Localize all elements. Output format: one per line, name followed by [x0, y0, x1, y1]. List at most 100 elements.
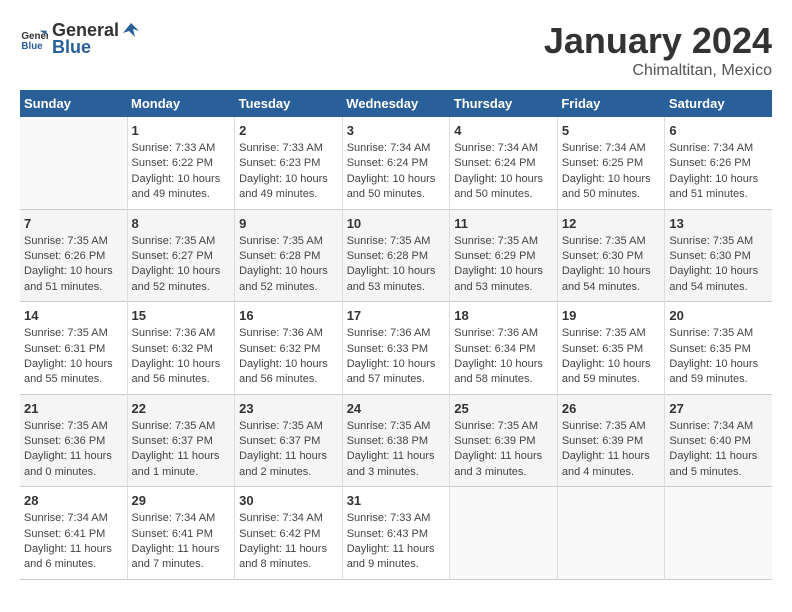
calendar-cell: 3 Sunrise: 7:34 AMSunset: 6:24 PMDaylight… [342, 117, 450, 209]
day-info: Sunrise: 7:36 AMSunset: 6:32 PMDaylight:… [132, 326, 231, 388]
logo-bird-icon [121, 21, 141, 41]
calendar-cell: 15Sunrise: 7:36 AMSunset: 6:32 PMDayligh… [127, 302, 235, 395]
day-number: 20 [669, 308, 768, 323]
calendar-cell: 17 Sunrise: 7:36 AMSunset: 6:33 PMDayligh… [342, 302, 450, 395]
day-info: Sunrise: 7:34 AMSunset: 6:41 PMDaylight:… [132, 511, 231, 573]
day-number: 23 [239, 401, 338, 416]
day-info: Sunrise: 7:34 AMSunset: 6:24 PMDaylight:… [454, 141, 553, 203]
calendar-cell: 12Sunrise: 7:35 AMSunset: 6:30 PMDayligh… [557, 209, 665, 302]
calendar-cell: 24 Sunrise: 7:35 AMSunset: 6:38 PMDayligh… [342, 394, 450, 487]
header-thursday: Thursday [450, 90, 558, 117]
day-number: 24 [347, 401, 446, 416]
day-info: Sunrise: 7:35 AMSunset: 6:36 PMDaylight:… [24, 419, 123, 481]
day-number: 1 [132, 123, 231, 138]
day-number: 22 [132, 401, 231, 416]
day-number: 25 [454, 401, 553, 416]
calendar-week-row: 21 Sunrise: 7:35 AMSunset: 6:36 PMDayligh… [20, 394, 772, 487]
day-info: Sunrise: 7:35 AMSunset: 6:28 PMDaylight:… [347, 234, 446, 296]
calendar-cell: 25 Sunrise: 7:35 AMSunset: 6:39 PMDayligh… [450, 394, 558, 487]
day-number: 2 [239, 123, 338, 138]
calendar-week-row: 28 Sunrise: 7:34 AMSunset: 6:41 PMDayligh… [20, 487, 772, 580]
calendar-cell: 19Sunrise: 7:35 AMSunset: 6:35 PMDayligh… [557, 302, 665, 395]
day-info: Sunrise: 7:35 AMSunset: 6:30 PMDaylight:… [562, 234, 661, 296]
calendar-cell: 1 Sunrise: 7:33 AMSunset: 6:22 PMDaylight… [127, 117, 235, 209]
calendar-week-row: 14 Sunrise: 7:35 AMSunset: 6:31 PMDayligh… [20, 302, 772, 395]
day-info: Sunrise: 7:35 AMSunset: 6:39 PMDaylight:… [562, 419, 661, 481]
day-number: 9 [239, 216, 338, 231]
day-number: 21 [24, 401, 123, 416]
day-number: 14 [24, 308, 123, 323]
day-info: Sunrise: 7:35 AMSunset: 6:28 PMDaylight:… [239, 234, 338, 296]
calendar-week-row: 7 Sunrise: 7:35 AMSunset: 6:26 PMDaylight… [20, 209, 772, 302]
day-info: Sunrise: 7:35 AMSunset: 6:35 PMDaylight:… [669, 326, 768, 388]
calendar-cell: 11Sunrise: 7:35 AMSunset: 6:29 PMDayligh… [450, 209, 558, 302]
day-info: Sunrise: 7:34 AMSunset: 6:26 PMDaylight:… [669, 141, 768, 203]
month-title: January 2024 [544, 20, 772, 62]
calendar-cell: 27Sunrise: 7:34 AMSunset: 6:40 PMDayligh… [665, 394, 772, 487]
header-saturday: Saturday [665, 90, 772, 117]
calendar-cell: 5 Sunrise: 7:34 AMSunset: 6:25 PMDaylight… [557, 117, 665, 209]
calendar-cell: 22 Sunrise: 7:35 AMSunset: 6:37 PMDayligh… [127, 394, 235, 487]
header-sunday: Sunday [20, 90, 127, 117]
day-number: 29 [132, 493, 231, 508]
calendar-cell: 21 Sunrise: 7:35 AMSunset: 6:36 PMDayligh… [20, 394, 127, 487]
calendar-cell: 18Sunrise: 7:36 AMSunset: 6:34 PMDayligh… [450, 302, 558, 395]
page-header: General Blue General Blue January 2024 C… [20, 20, 772, 80]
calendar-cell: 30 Sunrise: 7:34 AMSunset: 6:42 PMDayligh… [235, 487, 343, 580]
day-info: Sunrise: 7:35 AMSunset: 6:38 PMDaylight:… [347, 419, 446, 481]
day-number: 5 [562, 123, 661, 138]
calendar-cell: 28Sunrise: 7:34 AMSunset: 6:41 PMDayligh… [20, 487, 127, 580]
day-info: Sunrise: 7:35 AMSunset: 6:39 PMDaylight:… [454, 419, 553, 481]
calendar-cell [557, 487, 665, 580]
day-number: 28 [24, 493, 123, 508]
calendar-table: SundayMondayTuesdayWednesdayThursdayFrid… [20, 90, 772, 580]
day-number: 31 [347, 493, 446, 508]
header-monday: Monday [127, 90, 235, 117]
day-number: 4 [454, 123, 553, 138]
calendar-cell: 8Sunrise: 7:35 AMSunset: 6:27 PMDaylight… [127, 209, 235, 302]
calendar-cell: 4 Sunrise: 7:34 AMSunset: 6:24 PMDaylight… [450, 117, 558, 209]
calendar-cell: 13 Sunrise: 7:35 AMSunset: 6:30 PMDayligh… [665, 209, 772, 302]
day-info: Sunrise: 7:35 AMSunset: 6:37 PMDaylight:… [239, 419, 338, 481]
calendar-cell: 14 Sunrise: 7:35 AMSunset: 6:31 PMDayligh… [20, 302, 127, 395]
day-info: Sunrise: 7:36 AMSunset: 6:32 PMDaylight:… [239, 326, 338, 388]
header-friday: Friday [557, 90, 665, 117]
calendar-cell [20, 117, 127, 209]
day-number: 8 [132, 216, 231, 231]
day-number: 13 [669, 216, 768, 231]
calendar-cell: 16Sunrise: 7:36 AMSunset: 6:32 PMDayligh… [235, 302, 343, 395]
day-info: Sunrise: 7:34 AMSunset: 6:42 PMDaylight:… [239, 511, 338, 573]
day-info: Sunrise: 7:35 AMSunset: 6:26 PMDaylight:… [24, 234, 123, 296]
calendar-cell [665, 487, 772, 580]
day-info: Sunrise: 7:35 AMSunset: 6:31 PMDaylight:… [24, 326, 123, 388]
day-info: Sunrise: 7:34 AMSunset: 6:25 PMDaylight:… [562, 141, 661, 203]
logo-icon: General Blue [20, 25, 48, 53]
header-tuesday: Tuesday [235, 90, 343, 117]
day-info: Sunrise: 7:35 AMSunset: 6:30 PMDaylight:… [669, 234, 768, 296]
calendar-week-row: 1 Sunrise: 7:33 AMSunset: 6:22 PMDaylight… [20, 117, 772, 209]
day-number: 27 [669, 401, 768, 416]
day-info: Sunrise: 7:34 AMSunset: 6:24 PMDaylight:… [347, 141, 446, 203]
day-number: 30 [239, 493, 338, 508]
day-number: 7 [24, 216, 123, 231]
calendar-cell: 7 Sunrise: 7:35 AMSunset: 6:26 PMDaylight… [20, 209, 127, 302]
calendar-cell: 2 Sunrise: 7:33 AMSunset: 6:23 PMDaylight… [235, 117, 343, 209]
day-info: Sunrise: 7:33 AMSunset: 6:22 PMDaylight:… [132, 141, 231, 203]
calendar-cell: 20 Sunrise: 7:35 AMSunset: 6:35 PMDayligh… [665, 302, 772, 395]
day-number: 10 [347, 216, 446, 231]
day-info: Sunrise: 7:36 AMSunset: 6:33 PMDaylight:… [347, 326, 446, 388]
calendar-cell: 23 Sunrise: 7:35 AMSunset: 6:37 PMDayligh… [235, 394, 343, 487]
day-number: 3 [347, 123, 446, 138]
calendar-cell: 29 Sunrise: 7:34 AMSunset: 6:41 PMDayligh… [127, 487, 235, 580]
day-number: 17 [347, 308, 446, 323]
calendar-cell [450, 487, 558, 580]
calendar-cell: 26Sunrise: 7:35 AMSunset: 6:39 PMDayligh… [557, 394, 665, 487]
calendar-cell: 10 Sunrise: 7:35 AMSunset: 6:28 PMDayligh… [342, 209, 450, 302]
calendar-cell: 31Sunrise: 7:33 AMSunset: 6:43 PMDayligh… [342, 487, 450, 580]
calendar-cell: 6 Sunrise: 7:34 AMSunset: 6:26 PMDaylight… [665, 117, 772, 209]
day-info: Sunrise: 7:35 AMSunset: 6:29 PMDaylight:… [454, 234, 553, 296]
day-number: 6 [669, 123, 768, 138]
calendar-cell: 9 Sunrise: 7:35 AMSunset: 6:28 PMDaylight… [235, 209, 343, 302]
day-info: Sunrise: 7:33 AMSunset: 6:23 PMDaylight:… [239, 141, 338, 203]
day-info: Sunrise: 7:35 AMSunset: 6:37 PMDaylight:… [132, 419, 231, 481]
